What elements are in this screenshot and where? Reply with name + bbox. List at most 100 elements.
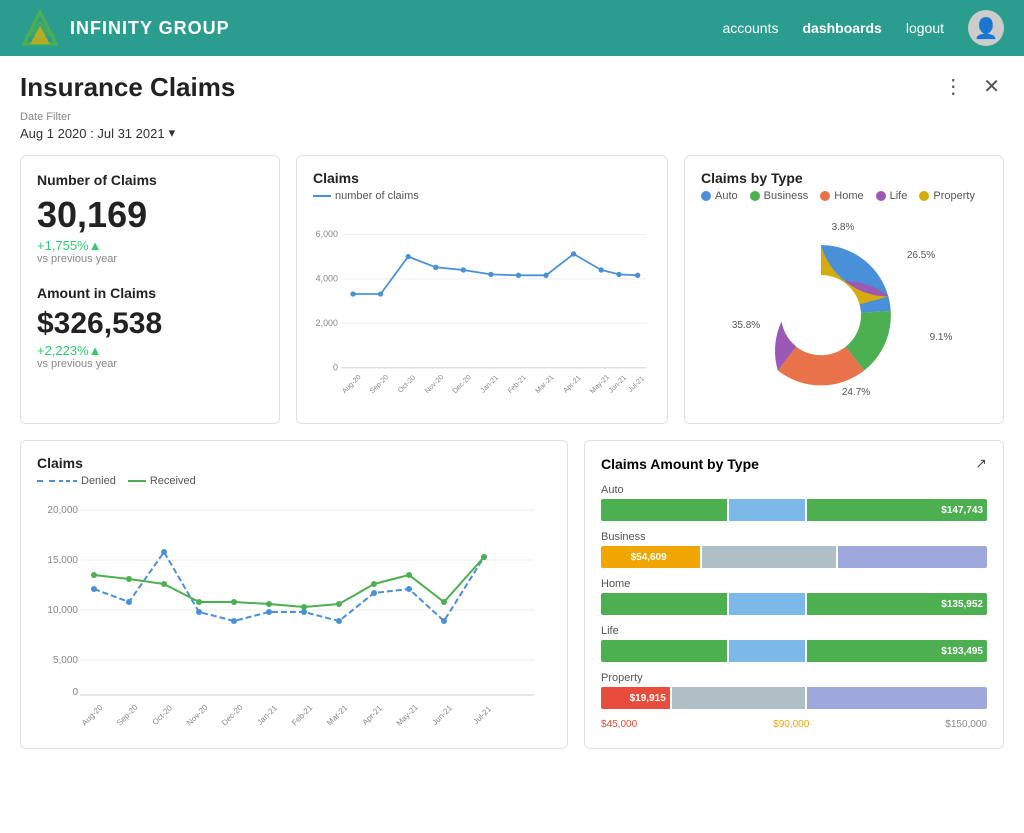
svg-text:Apr-21: Apr-21 [562, 374, 583, 395]
property-seg2 [672, 687, 806, 709]
business-bar-label: Business [601, 531, 987, 543]
legend-property: Property [919, 190, 975, 202]
bar-auto: Auto $147,743 [601, 484, 987, 521]
life-pct-label: 35.8% [732, 320, 760, 331]
logo-icon [20, 8, 60, 48]
bottom-claims-svg: 20,000 15,000 10,000 5,000 0 [37, 495, 551, 735]
claims-dot [635, 273, 640, 278]
page-header: Insurance Claims ⋮ ✕ [20, 72, 1004, 103]
close-button[interactable]: ✕ [979, 72, 1004, 101]
received-dot [231, 599, 237, 605]
num-claims-value: 30,169 [37, 194, 263, 236]
expand-icon[interactable]: ↗ [975, 455, 987, 472]
header: Infinity Group accounts dashboards logou… [0, 0, 1024, 56]
svg-text:Jul-21: Jul-21 [627, 374, 646, 393]
auto-bar-label: Auto [601, 484, 987, 496]
auto-dot [701, 191, 711, 201]
received-dot [481, 554, 487, 560]
business-dot [750, 191, 760, 201]
axis-label-2: $150,000 [945, 719, 987, 730]
auto-bar-track: $147,743 [601, 499, 987, 521]
more-options-button[interactable]: ⋮ [939, 72, 967, 101]
legend-num-claims: number of claims [313, 190, 419, 202]
denied-dot [336, 618, 342, 624]
life-bar-track: $193,495 [601, 640, 987, 662]
claims-line-chart-card: Claims number of claims 6,000 4,000 2,00… [296, 155, 668, 424]
svg-text:0: 0 [333, 362, 338, 372]
svg-text:Sep-20: Sep-20 [115, 703, 140, 728]
donut-chart: 26.5% 9.1% 24.7% 35.8% 3.8% [701, 210, 961, 410]
received-dot [196, 599, 202, 605]
svg-text:May-21: May-21 [589, 373, 611, 395]
svg-text:15,000: 15,000 [47, 555, 78, 566]
legend-line-blue [313, 195, 331, 197]
num-claims-vs: vs previous year [37, 253, 263, 265]
denied-dot [441, 618, 447, 624]
received-line-vis [128, 480, 146, 482]
num-claims-block: Number of Claims 30,169 +1,755%▲ vs prev… [37, 172, 263, 265]
home-seg2 [729, 593, 805, 615]
denied-dot [266, 609, 272, 615]
business-pct-label: 9.1% [930, 332, 953, 343]
svg-text:10,000: 10,000 [47, 605, 78, 616]
claims-dot [406, 254, 411, 259]
property-pct-label: 3.8% [832, 222, 855, 233]
num-claims-change: +1,755%▲ [37, 238, 263, 253]
svg-text:Mar-21: Mar-21 [534, 373, 556, 395]
chevron-down-icon: ▾ [169, 125, 176, 141]
legend-denied: Denied [37, 475, 116, 487]
property-bar-track: $19,915 [601, 687, 987, 709]
svg-text:Feb-21: Feb-21 [290, 703, 315, 728]
claims-amount-card: Claims Amount by Type ↗ Auto $147,743 Bu… [584, 440, 1004, 749]
legend-business: Business [750, 190, 809, 202]
denied-dot [406, 586, 412, 592]
claims-line [353, 254, 638, 294]
logo-text: Infinity Group [70, 18, 230, 39]
denied-dot [371, 590, 377, 596]
date-filter-value[interactable]: Aug 1 2020 : Jul 31 2021 ▾ [20, 125, 1004, 141]
legend-home: Home [820, 190, 863, 202]
date-filter-area: Date Filter Aug 1 2020 : Jul 31 2021 ▾ [20, 111, 1004, 141]
denied-line [37, 480, 55, 482]
business-seg2 [702, 546, 836, 568]
svg-text:Oct-20: Oct-20 [396, 374, 417, 395]
page-title-area: Insurance Claims [20, 72, 235, 103]
auto-seg1 [601, 499, 727, 521]
claims-dot [378, 291, 383, 296]
svg-text:Jun-21: Jun-21 [430, 703, 454, 727]
claims-dot [433, 265, 438, 270]
claims-amount-header: Claims Amount by Type ↗ [601, 455, 987, 472]
property-bar-label: Property [601, 672, 987, 684]
denied-dot [91, 586, 97, 592]
svg-text:Jul-21: Jul-21 [471, 704, 493, 726]
svg-text:Aug-20: Aug-20 [80, 703, 105, 728]
business-bar-track: $54,609 [601, 546, 987, 568]
auto-pct-label: 26.5% [907, 250, 935, 261]
claims-dot [543, 273, 548, 278]
nav-logout[interactable]: logout [906, 20, 944, 36]
property-seg3 [807, 687, 987, 709]
svg-text:May-21: May-21 [395, 702, 421, 728]
life-seg1 [601, 640, 727, 662]
denied-dot [161, 549, 167, 555]
nav-dashboards[interactable]: dashboards [802, 20, 881, 36]
svg-text:Nov-20: Nov-20 [423, 373, 445, 395]
business-seg3 [838, 546, 987, 568]
received-dot [301, 604, 307, 610]
auto-seg3: $147,743 [807, 499, 987, 521]
bottom-claims-title: Claims [37, 455, 551, 471]
life-seg3: $193,495 [807, 640, 987, 662]
received-dot [406, 572, 412, 578]
page-header-actions: ⋮ ✕ [939, 72, 1004, 101]
home-seg1 [601, 593, 727, 615]
svg-text:Feb-21: Feb-21 [506, 373, 528, 395]
svg-text:0: 0 [72, 687, 78, 698]
svg-text:6,000: 6,000 [316, 229, 338, 239]
svg-text:Dec-20: Dec-20 [220, 703, 245, 728]
life-seg2 [729, 640, 805, 662]
svg-text:Aug-20: Aug-20 [341, 373, 363, 395]
amount-change: +2,223%▲ [37, 343, 263, 358]
top-row: Number of Claims 30,169 +1,755%▲ vs prev… [20, 155, 1004, 424]
avatar[interactable]: 👤 [968, 10, 1004, 46]
nav-accounts[interactable]: accounts [722, 20, 778, 36]
